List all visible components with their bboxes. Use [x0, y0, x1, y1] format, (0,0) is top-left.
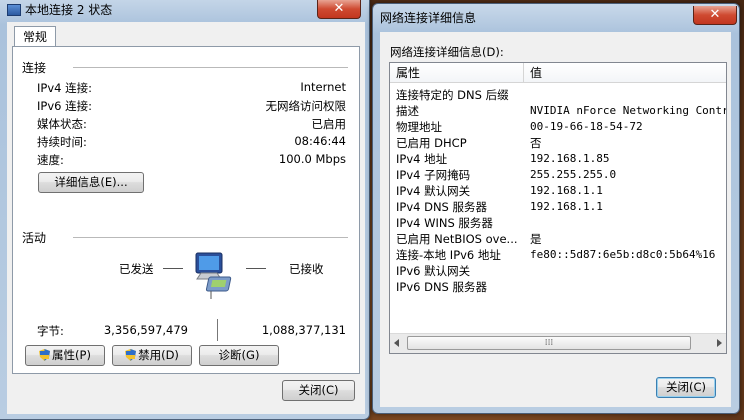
list-item-value[interactable]: 192.168.1.85 [530, 152, 609, 165]
column-header-property[interactable]: 属性 [390, 63, 524, 83]
details-list-label: 网络连接详细信息(D): [390, 45, 504, 59]
list-item-property[interactable]: IPv6 DNS 服务器 [396, 279, 487, 295]
network-icon [7, 4, 21, 16]
list-item-value[interactable]: 255.255.255.0 [530, 168, 616, 181]
scroll-right-icon[interactable] [717, 339, 722, 347]
details-window: 网络连接详细信息 ✕ 网络连接详细信息(D): 属性 值 连接特定的 DNS 后… [372, 3, 740, 414]
list-item-property[interactable]: 物理地址 [396, 119, 442, 135]
activity-heading: 活动 [22, 231, 47, 245]
ipv6-connectivity-label: IPv6 连接: [37, 99, 92, 113]
details-list[interactable]: 属性 值 连接特定的 DNS 后缀 描述 NVIDIA nForce Netwo… [389, 62, 727, 354]
ipv4-connectivity-value: Internet [300, 80, 346, 94]
list-item-value[interactable]: NVIDIA nForce Networking Controll [530, 104, 726, 117]
shield-icon [39, 349, 51, 361]
status-window-title: 本地连接 2 状态 [7, 0, 112, 21]
scrollbar-thumb[interactable]: ⁞⁞⁞ [407, 336, 691, 350]
close-button[interactable]: 关闭(C) [282, 380, 355, 401]
connection-separator [73, 67, 348, 69]
bytes-sent-value: 3,356,597,479 [103, 323, 188, 337]
disable-button[interactable]: 禁用(D) [112, 345, 192, 366]
diagnose-button[interactable]: 诊断(G) [199, 345, 279, 366]
received-line [246, 268, 266, 269]
list-item-value[interactable]: 192.168.1.1 [530, 184, 603, 197]
details-window-title: 网络连接详细信息 [380, 11, 477, 25]
duration-label: 持续时间: [37, 135, 87, 149]
horizontal-scrollbar[interactable]: ⁞⁞⁞ [390, 333, 726, 353]
sent-label: 已发送 [119, 262, 154, 276]
media-state-label: 媒体状态: [37, 117, 87, 131]
close-window-button[interactable]: ✕ [317, 0, 361, 19]
details-dialog-body: 网络连接详细信息(D): 属性 值 连接特定的 DNS 后缀 描述 NVIDIA… [380, 32, 731, 407]
general-tab-page: 连接 IPv4 连接: Internet IPv6 连接: 无网络访问权限 媒体… [12, 46, 360, 374]
sent-line [163, 268, 183, 269]
properties-button[interactable]: 属性(P) [25, 345, 105, 366]
bytes-received-value: 1,088,377,131 [261, 323, 346, 337]
column-header-value[interactable]: 值 [524, 63, 726, 83]
tab-general[interactable]: 常规 [14, 26, 57, 47]
list-item-property[interactable]: IPv4 默认网关 [396, 183, 470, 199]
bytes-divider [217, 319, 218, 341]
connection-heading: 连接 [22, 61, 47, 75]
list-item-value[interactable]: 否 [530, 135, 542, 151]
list-item-value[interactable]: 是 [530, 231, 542, 247]
scroll-left-icon[interactable] [394, 339, 399, 347]
status-window: 本地连接 2 状态 ✕ 常规 连接 IPv4 连接: Internet IPv6… [0, 0, 370, 420]
ipv6-connectivity-value: 无网络访问权限 [265, 99, 347, 113]
list-item-value[interactable]: 00-19-66-18-54-72 [530, 120, 643, 133]
received-label: 已接收 [289, 262, 324, 276]
bytes-label: 字节: [37, 324, 64, 338]
list-item-property[interactable]: IPv6 默认网关 [396, 263, 470, 279]
shield-icon [125, 349, 137, 361]
list-item-property[interactable]: IPv4 地址 [396, 151, 447, 167]
list-item-property[interactable]: 连接特定的 DNS 后缀 [396, 87, 509, 103]
list-item-property[interactable]: 连接-本地 IPv6 地址 [396, 247, 501, 263]
speed-value: 100.0 Mbps [278, 152, 346, 166]
duration-value: 08:46:44 [294, 134, 346, 148]
activity-separator [73, 237, 348, 239]
close-button[interactable]: 关闭(C) [656, 377, 716, 398]
disable-label: 禁用(D) [138, 348, 179, 362]
close-window-button[interactable]: ✕ [693, 6, 737, 25]
ipv4-connectivity-label: IPv4 连接: [37, 81, 92, 95]
list-item-property[interactable]: 已启用 DHCP [396, 135, 467, 151]
properties-label: 属性(P) [52, 348, 91, 362]
list-item-property[interactable]: IPv4 子网掩码 [396, 167, 470, 183]
media-state-value: 已启用 [311, 117, 347, 131]
status-dialog-body: 常规 连接 IPv4 连接: Internet IPv6 连接: 无网络访问权限… [7, 22, 365, 414]
list-item-property[interactable]: 已启用 NetBIOS ove... [396, 231, 518, 247]
speed-label: 速度: [37, 153, 64, 167]
details-button[interactable]: 详细信息(E)... [38, 172, 144, 193]
list-item-value[interactable]: 192.168.1.1 [530, 200, 603, 213]
list-item-value[interactable]: fe80::5d87:6e5b:d8c0:5b64%16 [530, 248, 726, 261]
network-activity-icon [193, 249, 243, 299]
list-item-property[interactable]: IPv4 WINS 服务器 [396, 215, 493, 231]
list-item-property[interactable]: 描述 [396, 103, 419, 119]
list-item-property[interactable]: IPv4 DNS 服务器 [396, 199, 487, 215]
